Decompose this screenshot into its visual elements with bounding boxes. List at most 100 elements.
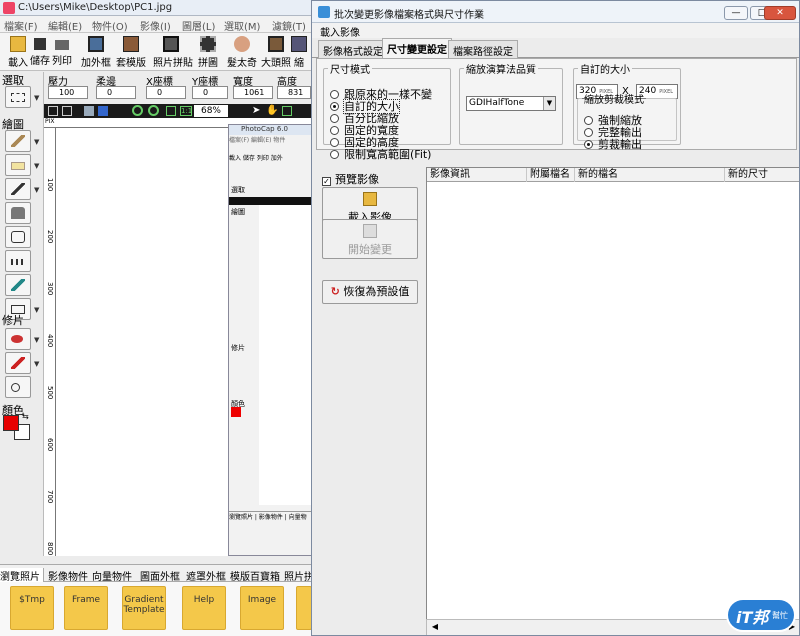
scroll-left-icon[interactable]: ◀ xyxy=(429,622,441,634)
tab-vector-objects[interactable]: 向量物件 xyxy=(92,568,132,583)
view-icon[interactable] xyxy=(98,106,108,116)
chevron-down-icon[interactable]: ▼ xyxy=(34,336,39,344)
zoom-out-icon[interactable] xyxy=(148,105,159,116)
fit-icon[interactable] xyxy=(84,106,94,116)
menu-layer[interactable]: 圖層(L) xyxy=(182,18,215,33)
feather-input[interactable]: 0 xyxy=(96,86,136,99)
menu-file[interactable]: 檔案(F) xyxy=(4,18,38,33)
eyedropper-tool[interactable] xyxy=(5,274,31,296)
ruler-mark-400: 400 xyxy=(46,334,54,348)
folder-gradient-template[interactable]: Gradient Template xyxy=(122,586,166,630)
x-coordinate-input[interactable]: 0 xyxy=(146,86,186,99)
brush-red-icon xyxy=(11,357,25,369)
column-new-filename[interactable]: 新的檔名 xyxy=(575,168,725,182)
chevron-down-icon[interactable]: ▼ xyxy=(34,162,39,170)
y-coordinate-input[interactable]: 0 xyxy=(192,86,228,99)
main-menu-bar: 檔案(F) 編輯(E) 物件(O) 影像(I) 圖層(L) 選取(M) 濾鏡(T… xyxy=(0,16,312,33)
close-button[interactable]: ✕ xyxy=(764,6,796,20)
check-icon: ✓ xyxy=(322,177,331,186)
ruler-unit: PIX xyxy=(45,118,55,125)
chevron-down-icon[interactable]: ▼ xyxy=(34,186,39,194)
toolbar-print-button[interactable]: 列印 xyxy=(44,34,80,70)
column-extension[interactable]: 附屬檔名 xyxy=(527,168,575,182)
tab-browse-photos[interactable]: 瀏覽照片 xyxy=(0,568,44,583)
column-image-info[interactable]: 影像資訊 xyxy=(427,168,527,182)
foreground-color-swatch[interactable] xyxy=(3,415,19,431)
toolbar-thumbnail-button[interactable]: 縮 xyxy=(286,34,312,70)
embedded-toolbar: 載入 儲存 列印 加外 xyxy=(229,155,283,162)
menu-select[interactable]: 選取(M) xyxy=(224,18,260,33)
folder-image[interactable]: Image xyxy=(240,586,284,630)
eraser-icon xyxy=(11,162,25,170)
actual-size-icon[interactable]: 1:1 xyxy=(180,106,192,116)
attribute-bar: 壓力 柔邊 X座標 Y座標 寬度 高度 100 0 0 0 1061 831 xyxy=(0,71,312,105)
rect-select-tool[interactable] xyxy=(5,86,31,108)
stamp-tool[interactable] xyxy=(5,202,31,224)
toolbar-collage-button[interactable]: 照片拼貼 xyxy=(153,34,193,70)
tab-size-settings[interactable]: 尺寸變更設定 xyxy=(382,38,452,58)
reset-defaults-button[interactable]: ↻ 恢復為預設值 xyxy=(322,280,418,304)
scissors-icon xyxy=(11,383,20,392)
eraser-tool[interactable] xyxy=(5,154,31,176)
width-input[interactable]: 1061 xyxy=(233,86,273,99)
start-change-button[interactable]: 開始變更 xyxy=(322,219,418,259)
zoom-level[interactable]: 68% xyxy=(194,105,228,117)
blemish-tool[interactable] xyxy=(5,352,31,374)
toolbar-montage-button[interactable]: 髮太奇 xyxy=(224,34,260,70)
chevron-down-icon[interactable]: ▼ xyxy=(34,138,39,146)
swap-colors-icon[interactable]: ⇆ xyxy=(22,412,29,421)
tab-path-settings[interactable]: 檔案路徑設定 xyxy=(448,40,518,58)
watermark-sub: 幫忙 xyxy=(772,611,788,620)
toolbar-puzzle-button[interactable]: 拼圖 xyxy=(190,34,226,70)
eyedropper-icon xyxy=(11,279,25,291)
menu-load-images[interactable]: 載入影像 xyxy=(320,24,360,39)
tab-mask-frames[interactable]: 遮罩外框 xyxy=(186,568,226,583)
fill-tool[interactable] xyxy=(5,226,31,248)
zoom-in-icon[interactable] xyxy=(132,105,143,116)
embedded-draw-label: 繪圖 xyxy=(231,208,245,216)
brush-tool[interactable] xyxy=(5,130,31,152)
cursor-icon[interactable]: ➤ xyxy=(252,105,262,117)
toolbar-frame-button[interactable]: 加外框 xyxy=(78,34,114,70)
tab-format-settings[interactable]: 影像格式設定 xyxy=(318,40,388,58)
image-list[interactable]: 影像資訊 附屬檔名 新的檔名 新的尺寸 xyxy=(426,167,799,635)
hand-icon[interactable]: ✋ xyxy=(266,105,278,117)
fit-window-icon[interactable] xyxy=(166,106,176,116)
menu-edit[interactable]: 編輯(E) xyxy=(48,18,82,33)
height-input[interactable]: 831 xyxy=(277,86,311,99)
tab-templates[interactable]: 模版百寶箱 xyxy=(230,568,280,583)
tab-picture-frames[interactable]: 圖面外框 xyxy=(140,568,180,583)
minimize-button[interactable]: — xyxy=(724,6,748,20)
redo-icon[interactable] xyxy=(62,106,72,116)
folder-more[interactable] xyxy=(296,586,312,630)
menu-filter[interactable]: 濾鏡(T) xyxy=(272,18,306,33)
column-new-size[interactable]: 新的尺寸 xyxy=(725,168,799,182)
radio-fit[interactable]: 限制寬高範圍(Fit) xyxy=(330,146,431,162)
preview-checkbox[interactable]: ✓ 預覽影像 xyxy=(322,171,379,187)
folder-help[interactable]: Help xyxy=(182,586,226,630)
chevron-down-icon[interactable]: ▼ xyxy=(543,97,555,110)
ruler-mark-800: 800 xyxy=(46,542,54,556)
embedded-title: PhotoCap 6.0 xyxy=(229,125,311,135)
pencil-tool[interactable] xyxy=(5,178,31,200)
tab-image-objects[interactable]: 影像物件 xyxy=(48,568,88,583)
embedded-select-label: 選取 xyxy=(231,186,245,194)
undo-icon[interactable] xyxy=(48,106,58,116)
chevron-down-icon[interactable]: ▼ xyxy=(34,94,39,102)
red-eye-tool[interactable] xyxy=(5,328,31,350)
algorithm-select[interactable]: GDIHalfTone ▼ xyxy=(466,96,556,111)
line-tool[interactable] xyxy=(5,250,31,272)
menu-object[interactable]: 物件(O) xyxy=(92,18,128,33)
chevron-down-icon[interactable]: ▼ xyxy=(34,360,39,368)
toolbar-template-button[interactable]: 套模版 xyxy=(113,34,149,70)
pressure-input[interactable]: 100 xyxy=(48,86,88,99)
chevron-down-icon[interactable]: ▼ xyxy=(34,306,39,314)
crop-icon[interactable] xyxy=(282,106,292,116)
radio-crop-output[interactable]: 剪裁輸出 xyxy=(584,136,642,152)
tab-photo-collage[interactable]: 照片拼 xyxy=(284,568,312,583)
menu-image[interactable]: 影像(I) xyxy=(140,18,171,33)
folder-tmp[interactable]: $Tmp xyxy=(10,586,54,630)
preview-label: 預覽影像 xyxy=(335,173,379,186)
clone-tool[interactable] xyxy=(5,376,31,398)
folder-frame[interactable]: Frame xyxy=(64,586,108,630)
